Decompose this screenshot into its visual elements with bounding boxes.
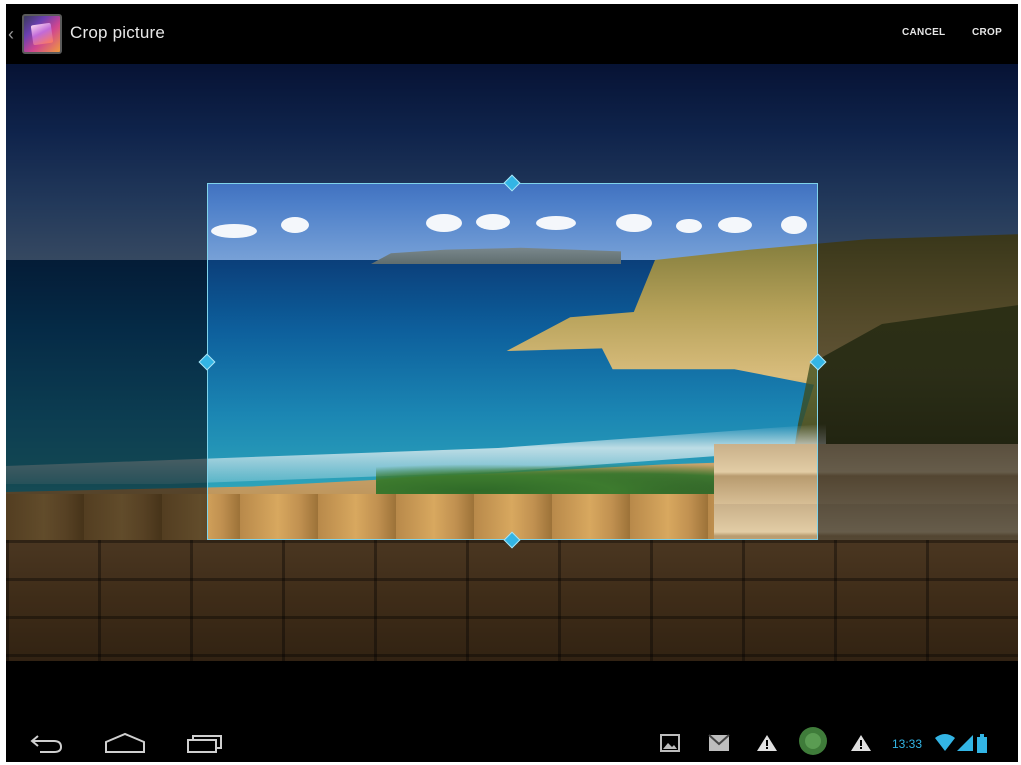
action-bar: ‹ Crop picture CANCEL CROP [6,4,1018,64]
wifi-icon [935,734,955,751]
email-icon[interactable] [708,734,730,752]
page-title: Crop picture [70,23,165,42]
battery-icon [977,734,987,753]
crop-selection-box[interactable] [207,183,818,540]
gallery-icon[interactable] [660,734,680,752]
dim-overlay-right [818,183,1018,540]
screen: ‹ Crop picture CANCEL CROP 13:33 [6,4,1018,762]
cancel-button[interactable]: CANCEL [902,27,945,38]
warning-icon[interactable] [756,734,778,752]
dim-overlay-left [6,183,207,540]
status-time: 13:33 [892,737,923,751]
dim-overlay-top [6,64,1018,183]
gallery-icon[interactable] [22,14,62,54]
app-icon[interactable] [798,726,828,756]
chevron-left-icon[interactable]: ‹ [8,24,20,44]
recent-apps-icon[interactable] [186,732,224,754]
warning-icon[interactable] [850,734,872,752]
signal-icon [957,735,973,751]
dim-overlay-bottom [6,540,1018,661]
crop-button[interactable]: CROP [972,27,1002,38]
back-icon[interactable] [30,732,64,754]
home-icon[interactable] [104,732,146,754]
